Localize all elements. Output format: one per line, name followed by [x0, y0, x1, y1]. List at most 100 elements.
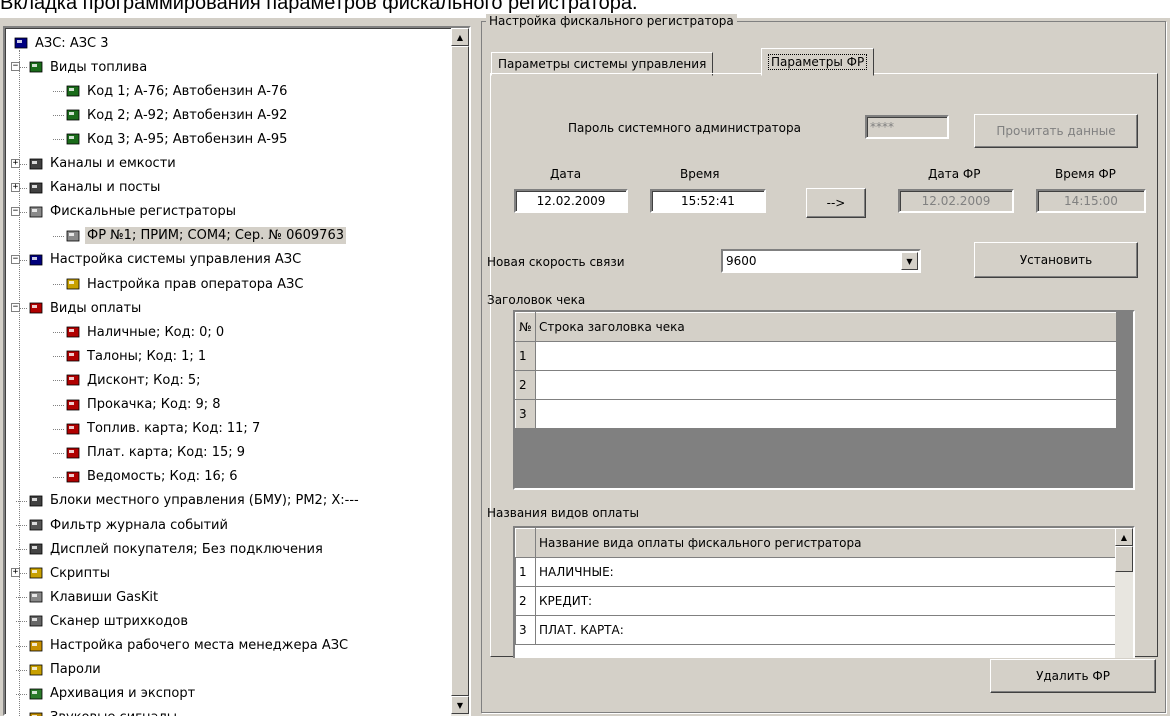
tree-node[interactable]: Топлив. карта; Код: 11; 7 [65, 418, 262, 440]
table-row[interactable]: 2 КРЕДИТ: [515, 586, 1117, 616]
tree-node[interactable]: Код 1; А-76; Автобензин А-76 [65, 80, 289, 102]
header-line-cell[interactable] [535, 341, 1117, 371]
table-row[interactable]: 3 ПЛАТ. КАРТА: [515, 615, 1117, 645]
tree-scrollbar[interactable]: ▲ ▼ [451, 28, 469, 716]
tree-node[interactable]: ФР №1; ПРИМ; COM4; Сер. № 0609763 [65, 225, 346, 247]
tree-node[interactable]: Каналы и посты [28, 177, 162, 199]
read-data-button[interactable]: Прочитать данные [974, 114, 1138, 148]
payment-icon [65, 348, 81, 364]
tree-connector [53, 476, 64, 478]
tree-node[interactable]: Талоны; Код: 1; 1 [65, 345, 208, 367]
receipt-header-grid[interactable]: № Строка заголовка чека 1 2 3 [513, 310, 1135, 490]
scroll-up-button[interactable]: ▲ [451, 28, 469, 46]
table-row[interactable]: 1 НАЛИЧНЫЕ: [515, 557, 1117, 587]
register-icon [65, 228, 81, 244]
fuel-icon [65, 107, 81, 123]
scroll-down-button[interactable]: ▼ [451, 696, 469, 714]
tree-node[interactable]: Дисплей покупателя; Без подключения [28, 538, 325, 560]
date-field[interactable]: 12.02.2009 [514, 189, 628, 213]
speed-label: Новая скорость связи [487, 255, 625, 269]
script-icon [28, 565, 44, 581]
channel-icon [28, 180, 44, 196]
table-row[interactable]: 3 [515, 399, 1117, 429]
delete-fr-button[interactable]: Удалить ФР [990, 659, 1156, 693]
tab-fr-params[interactable]: Параметры ФР [761, 48, 875, 76]
chevron-down-icon[interactable]: ▼ [901, 252, 918, 270]
payment-names-grid[interactable]: Название вида оплаты фискального регистр… [513, 526, 1135, 658]
payment-icon [65, 324, 81, 340]
tree-connector [19, 50, 20, 716]
receipt-header-label: Заголовок чека [487, 293, 586, 307]
scroll-thumb[interactable] [1115, 546, 1133, 572]
tree-connector [53, 235, 64, 237]
tree-node[interactable]: Пароли [28, 659, 103, 681]
tree-connector [53, 332, 64, 334]
payment-icon [65, 397, 81, 413]
fr-time-field: 14:15:00 [1036, 189, 1146, 213]
tree-node-label: Наличные; Код: 0; 0 [87, 324, 225, 340]
station-icon [13, 35, 29, 51]
configuration-window: АЗС: АЗС 3 Виды топлива − Код 1; А-76; Авто… [0, 14, 1170, 716]
table-row[interactable]: 2 [515, 370, 1117, 400]
display-icon [28, 541, 44, 557]
tree-node[interactable]: Архивация и экспорт [28, 683, 197, 705]
tree-connector [16, 525, 27, 526]
scroll-thumb[interactable] [451, 46, 469, 696]
tree-node[interactable]: Сканер штрихкодов [28, 610, 190, 632]
payment-grid-scrollbar[interactable]: ▲ [1115, 528, 1133, 658]
sync-time-button[interactable]: --> [806, 188, 866, 218]
tree-node-label: Код 2; А-92; Автобензин А-92 [87, 107, 288, 123]
fr-date-label: Дата ФР [928, 167, 981, 181]
tree-node-label: Дисплей покупателя; Без подключения [50, 541, 323, 557]
time-label: Время [680, 167, 720, 181]
tree-node[interactable]: Наличные; Код: 0; 0 [65, 321, 226, 343]
tree-node[interactable]: АЗС: АЗС 3 [13, 32, 111, 54]
settings-tree-panel: АЗС: АЗС 3 Виды топлива − Код 1; А-76; Авто… [3, 26, 471, 716]
tree-node-label: Звуковые сигналы [48, 709, 179, 716]
tree-connector [16, 500, 27, 502]
table-row[interactable]: 1 [515, 341, 1117, 371]
tree-node[interactable]: Каналы и емкости [28, 153, 178, 175]
tree-node[interactable]: Настройка системы управления АЗС [28, 249, 303, 271]
scroll-up-button[interactable]: ▲ [1115, 528, 1133, 546]
fuel-icon [65, 83, 81, 99]
tree-node-label: Скрипты [50, 565, 110, 581]
payment-name-cell[interactable]: НАЛИЧНЫЕ: [535, 557, 1117, 587]
tree-node-label: Каналы и емкости [50, 156, 176, 171]
tree-node-label: Настройка системы управления АЗС [50, 252, 302, 268]
tree-node[interactable]: Фискальные регистраторы [28, 201, 238, 223]
tree-node[interactable]: Код 2; А-92; Автобензин А-92 [65, 104, 289, 126]
tree-node[interactable]: Клавиши GasKit [28, 586, 160, 608]
tree-node[interactable]: Плат. карта; Код: 15; 9 [65, 442, 247, 464]
fr-params-panel: Пароль системного администратора **** Пр… [487, 73, 1158, 658]
payment-name-cell[interactable]: КРЕДИТ: [535, 586, 1117, 616]
header-line-cell[interactable] [535, 370, 1117, 400]
fr-time-label: Время ФР [1055, 167, 1116, 181]
tree-node[interactable]: Настройка рабочего места менеджера АЗС [28, 635, 350, 657]
tree-node-label: Ведомость; Код: 16; 6 [87, 469, 238, 485]
tree-node[interactable]: Код 3; А-95; Автобензин А-95 [65, 128, 289, 150]
time-field[interactable]: 15:52:41 [650, 189, 766, 213]
tree-connector [53, 452, 64, 454]
tree-connector [53, 404, 64, 406]
tree-node[interactable]: Фильтр журнала событий [28, 514, 230, 536]
header-line-cell[interactable] [535, 399, 1117, 429]
payment-name-cell[interactable]: ПЛАТ. КАРТА: [535, 615, 1117, 645]
set-speed-button[interactable]: Установить [974, 242, 1138, 278]
speed-select[interactable]: 9600 ▼ [721, 249, 921, 273]
scanner-icon [28, 613, 44, 629]
tree-node[interactable]: Блоки местного управления (БМУ); РМ2; X:… [28, 490, 361, 512]
group-title: Настройка фискального регистратора [486, 14, 737, 28]
tree-node[interactable]: Ведомость; Код: 16; 6 [65, 466, 240, 488]
tree-node[interactable]: Прокачка; Код: 9; 8 [65, 394, 223, 416]
tree-connector [53, 428, 64, 430]
admin-password-field[interactable]: **** [865, 115, 949, 139]
tree-node[interactable]: Звуковые сигналы [28, 707, 179, 716]
tree-node[interactable]: Настройка прав оператора АЗС [65, 273, 305, 295]
tree-node[interactable]: Виды оплаты [28, 297, 143, 319]
tree-node[interactable]: Скрипты [28, 562, 112, 584]
settings-tree[interactable]: АЗС: АЗС 3 Виды топлива − Код 1; А-76; Авто… [5, 28, 451, 716]
tree-node-label: Виды топлива [50, 59, 148, 75]
tree-node[interactable]: Виды топлива [28, 56, 149, 78]
tree-node[interactable]: Дисконт; Код: 5; [65, 369, 202, 391]
